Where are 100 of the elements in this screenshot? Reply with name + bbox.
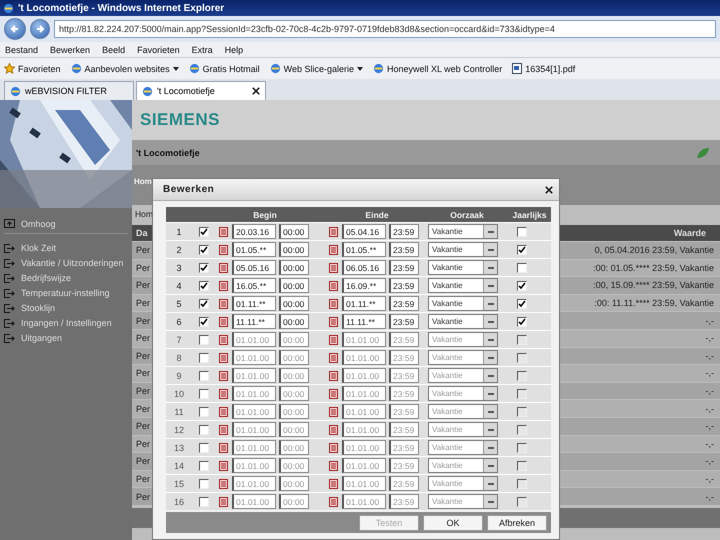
- date-field[interactable]: 01.05.**: [342, 242, 386, 257]
- date-field[interactable]: 01.01.00: [232, 494, 276, 509]
- time-field[interactable]: 00:00: [279, 458, 309, 473]
- sidebar-item[interactable]: Stooklijn: [4, 301, 128, 315]
- dropdown-button[interactable]: [483, 315, 497, 328]
- date-field[interactable]: 01.01.00: [342, 494, 386, 509]
- menu-item[interactable]: Help: [224, 44, 244, 54]
- time-field[interactable]: 00:00: [279, 386, 309, 401]
- time-field[interactable]: 23:59: [389, 440, 419, 455]
- favorite-link[interactable]: Aanbevolen websites: [70, 63, 179, 74]
- favorites-button[interactable]: Favorieten: [4, 63, 61, 74]
- reason-select[interactable]: Vakantie: [428, 368, 498, 383]
- date-field[interactable]: 20.03.16: [232, 224, 276, 239]
- checkbox[interactable]: [199, 388, 209, 398]
- time-field[interactable]: 00:00: [279, 422, 309, 437]
- reason-select[interactable]: Vakantie: [428, 296, 498, 311]
- date-field[interactable]: 06.05.16: [342, 260, 386, 275]
- date-field[interactable]: 11.11.**: [232, 314, 276, 329]
- dropdown-button[interactable]: [483, 405, 497, 418]
- menu-item[interactable]: Extra: [192, 44, 213, 54]
- browser-tab[interactable]: 't Locomotiefje: [136, 81, 266, 100]
- dropdown-button[interactable]: [483, 423, 497, 436]
- sidebar-item[interactable]: Vakantie / Uitzonderingen: [4, 256, 128, 270]
- calendar-icon[interactable]: [329, 424, 338, 434]
- date-field[interactable]: 01.01.00: [342, 350, 386, 365]
- checkbox[interactable]: [517, 370, 527, 380]
- date-field[interactable]: 16.09.**: [342, 278, 386, 293]
- checkbox[interactable]: [199, 262, 209, 272]
- checkbox[interactable]: [199, 298, 209, 308]
- reason-select[interactable]: Vakantie: [428, 386, 498, 401]
- time-field[interactable]: 00:00: [279, 314, 309, 329]
- date-field[interactable]: 01.01.00: [342, 404, 386, 419]
- breadcrumb[interactable]: Hom: [134, 177, 152, 186]
- calendar-icon[interactable]: [219, 352, 228, 362]
- time-field[interactable]: 23:59: [389, 296, 419, 311]
- date-field[interactable]: 01.01.00: [342, 458, 386, 473]
- time-field[interactable]: 23:59: [389, 476, 419, 491]
- checkbox[interactable]: [199, 424, 209, 434]
- date-field[interactable]: 01.01.00: [342, 440, 386, 455]
- menu-item[interactable]: Bewerken: [50, 44, 90, 54]
- sidebar-item[interactable]: Ingangen / Instellingen: [4, 316, 128, 330]
- calendar-icon[interactable]: [219, 226, 228, 236]
- calendar-icon[interactable]: [219, 406, 228, 416]
- sidebar-item[interactable]: Temperatuur-instelling: [4, 286, 128, 300]
- calendar-icon[interactable]: [329, 352, 338, 362]
- calendar-icon[interactable]: [329, 226, 338, 236]
- reason-select[interactable]: Vakantie: [428, 260, 498, 275]
- reason-select[interactable]: Vakantie: [428, 458, 498, 473]
- dropdown-icon[interactable]: [356, 66, 363, 70]
- time-field[interactable]: 00:00: [279, 332, 309, 347]
- reason-select[interactable]: Vakantie: [428, 476, 498, 491]
- checkbox[interactable]: [199, 478, 209, 488]
- checkbox[interactable]: [517, 262, 527, 272]
- checkbox[interactable]: [517, 280, 527, 290]
- reason-select[interactable]: Vakantie: [428, 494, 498, 509]
- date-field[interactable]: 16.05.**: [232, 278, 276, 293]
- calendar-icon[interactable]: [219, 370, 228, 380]
- time-field[interactable]: 00:00: [279, 404, 309, 419]
- menu-item[interactable]: Favorieten: [137, 44, 180, 54]
- time-field[interactable]: 23:59: [389, 224, 419, 239]
- checkbox[interactable]: [199, 280, 209, 290]
- time-field[interactable]: 00:00: [279, 476, 309, 491]
- reason-select[interactable]: Vakantie: [428, 242, 498, 257]
- dropdown-button[interactable]: [483, 351, 497, 364]
- menu-item[interactable]: Bestand: [5, 44, 38, 54]
- checkbox[interactable]: [517, 226, 527, 236]
- reason-select[interactable]: Vakantie: [428, 440, 498, 455]
- date-field[interactable]: 01.11.**: [342, 296, 386, 311]
- dropdown-button[interactable]: [483, 495, 497, 508]
- reason-select[interactable]: Vakantie: [428, 350, 498, 365]
- time-field[interactable]: 23:59: [389, 242, 419, 257]
- calendar-icon[interactable]: [219, 460, 228, 470]
- checkbox[interactable]: [199, 370, 209, 380]
- calendar-icon[interactable]: [219, 442, 228, 452]
- dropdown-button[interactable]: [483, 477, 497, 490]
- date-field[interactable]: 01.01.00: [232, 368, 276, 383]
- dropdown-button[interactable]: [483, 225, 497, 238]
- dialog-button[interactable]: OK: [423, 514, 483, 530]
- time-field[interactable]: 23:59: [389, 368, 419, 383]
- checkbox[interactable]: [199, 352, 209, 362]
- reason-select[interactable]: Vakantie: [428, 224, 498, 239]
- date-field[interactable]: 01.01.00: [232, 350, 276, 365]
- time-field[interactable]: 00:00: [279, 296, 309, 311]
- time-field[interactable]: 23:59: [389, 278, 419, 293]
- reason-select[interactable]: Vakantie: [428, 404, 498, 419]
- calendar-icon[interactable]: [219, 334, 228, 344]
- calendar-icon[interactable]: [329, 280, 338, 290]
- checkbox[interactable]: [517, 244, 527, 254]
- date-field[interactable]: 01.01.00: [232, 332, 276, 347]
- calendar-icon[interactable]: [329, 370, 338, 380]
- time-field[interactable]: 23:59: [389, 386, 419, 401]
- time-field[interactable]: 00:00: [279, 278, 309, 293]
- time-field[interactable]: 00:00: [279, 224, 309, 239]
- time-field[interactable]: 23:59: [389, 404, 419, 419]
- checkbox[interactable]: [517, 298, 527, 308]
- checkbox[interactable]: [199, 316, 209, 326]
- calendar-icon[interactable]: [219, 262, 228, 272]
- sidebar-item[interactable]: Klok Zeit: [4, 241, 128, 255]
- calendar-icon[interactable]: [329, 262, 338, 272]
- favorite-link[interactable]: Gratis Hotmail: [188, 63, 260, 74]
